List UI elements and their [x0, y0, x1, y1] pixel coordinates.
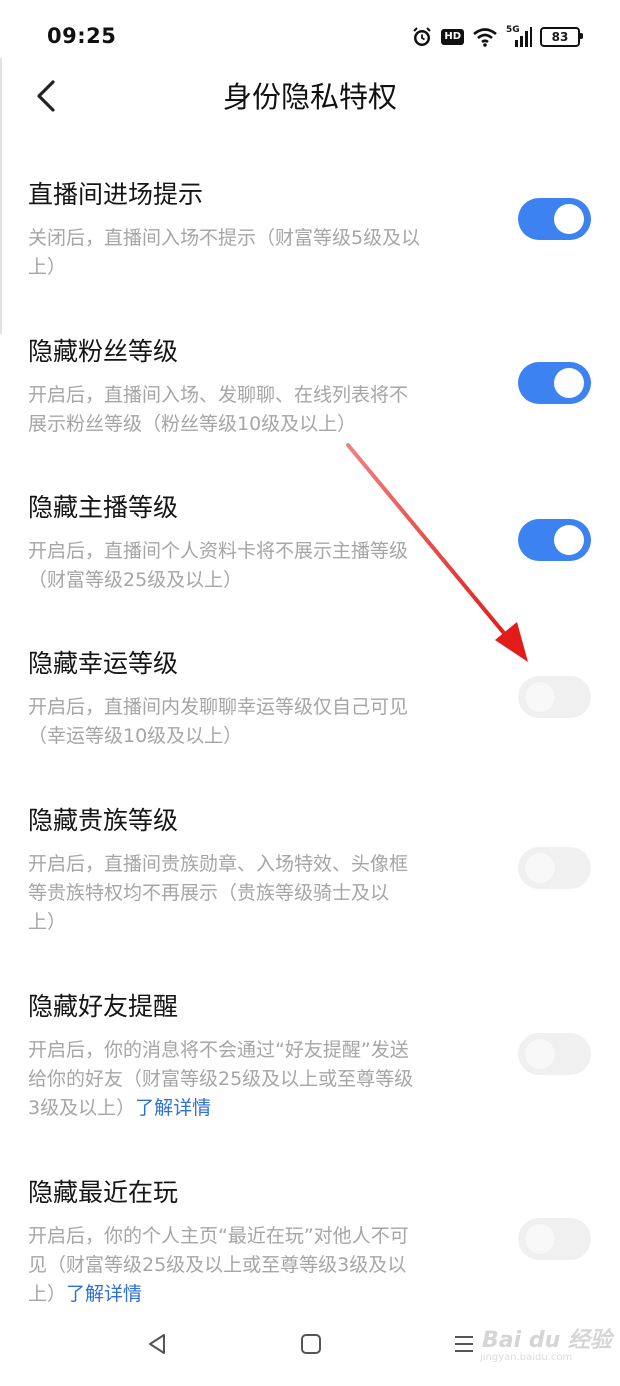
header: 身份隐私特权 [0, 60, 620, 130]
toggle-knob [525, 1224, 555, 1254]
toggle-knob [525, 853, 555, 883]
setting-title: 隐藏粉丝等级 [28, 337, 179, 366]
back-triangle-icon [149, 1334, 165, 1354]
battery-icon: 83 [540, 27, 583, 47]
setting-desc: 开启后，直播间贵族勋章、入场特效、头像框 等贵族特权均不再展示（贵族等级骑士及以上… [28, 853, 409, 933]
setting-entry-notice: 直播间进场提示 关闭后，直播间入场不提示（财富等级5级及以 上） [0, 178, 620, 298]
setting-desc: 关闭后，直播间入场不提示（财富等级5级及以 上） [28, 227, 421, 278]
nav-home-button[interactable] [291, 1324, 331, 1364]
setting-desc: 开启后，直播间个人资料卡将不展示主播等级 （财富等级25级及以上） [28, 540, 409, 591]
toggle-entry-notice[interactable] [518, 198, 591, 240]
cellular-5g-icon: 5G [506, 26, 532, 48]
watermark-sub: jingyan.baidu.com [480, 1352, 573, 1363]
setting-title: 隐藏幸运等级 [28, 649, 179, 678]
nav-back-button[interactable] [137, 1324, 177, 1364]
toggle-hide-anchor-level[interactable] [518, 519, 591, 561]
toggle-hide-friend-reminder[interactable] [518, 1033, 591, 1075]
setting-desc: 开启后，直播间入场、发聊聊、在线列表将不 展示粉丝等级（粉丝等级10级及以上） [28, 384, 409, 435]
toggle-knob [554, 525, 584, 555]
setting-title: 直播间进场提示 [28, 180, 204, 209]
setting-title: 隐藏好友提醒 [28, 992, 179, 1021]
status-time: 09:25 [47, 24, 117, 48]
toggle-knob [525, 682, 555, 712]
setting-hide-recent-play: 隐藏最近在玩 开启后，你的个人主页“最近在玩”对他人不可 见（财富等级25级及以上… [0, 1176, 620, 1311]
setting-title: 隐藏最近在玩 [28, 1178, 179, 1207]
setting-hide-fan-level: 隐藏粉丝等级 开启后，直播间入场、发聊聊、在线列表将不 展示粉丝等级（粉丝等级10… [0, 335, 620, 455]
learn-more-link[interactable]: 了解详情 [66, 1283, 142, 1305]
setting-title: 隐藏主播等级 [28, 493, 179, 522]
wifi-icon [472, 27, 498, 47]
alarm-icon [411, 26, 433, 48]
setting-desc: 开启后，你的消息将不会通过“好友提醒”发送 给你的好友（财富等级25级及以上或至尊… [28, 1039, 414, 1119]
setting-title: 隐藏贵族等级 [28, 806, 179, 835]
setting-hide-lucky-level: 隐藏幸运等级 开启后，直播间内发聊聊幸运等级仅自己可见 （幸运等级10级及以上） [0, 647, 620, 767]
setting-hide-anchor-level: 隐藏主播等级 开启后，直播间个人资料卡将不展示主播等级 （财富等级25级及以上） [0, 491, 620, 611]
toggle-hide-recent-play[interactable] [518, 1218, 591, 1260]
status-icons: HD 5G 83 [411, 24, 583, 50]
toggle-hide-noble-level[interactable] [518, 847, 591, 889]
setting-hide-noble-level: 隐藏贵族等级 开启后，直播间贵族勋章、入场特效、头像框 等贵族特权均不再展示（贵族… [0, 804, 620, 954]
page-title: 身份隐私特权 [222, 80, 397, 114]
toggle-hide-fan-level[interactable] [518, 362, 591, 404]
toggle-hide-lucky-level[interactable] [518, 676, 591, 718]
setting-hide-friend-reminder: 隐藏好友提醒 开启后，你的消息将不会通过“好友提醒”发送 给你的好友（财富等级25… [0, 990, 620, 1140]
watermark: Bai du 经验 jingyan.baidu.com [472, 1320, 612, 1370]
toggle-knob [554, 204, 584, 234]
setting-desc: 开启后，直播间内发聊聊幸运等级仅自己可见 （幸运等级10级及以上） [28, 696, 409, 747]
toggle-knob [525, 1039, 555, 1069]
hd-icon: HD [441, 29, 464, 45]
toggle-knob [554, 368, 584, 398]
home-square-icon [301, 1334, 321, 1354]
watermark-text: Bai du 经验 [482, 1328, 612, 1353]
setting-desc: 开启后，你的个人主页“最近在玩”对他人不可 见（财富等级25级及以上或至尊等级3级… [28, 1225, 409, 1305]
learn-more-link[interactable]: 了解详情 [135, 1097, 211, 1119]
